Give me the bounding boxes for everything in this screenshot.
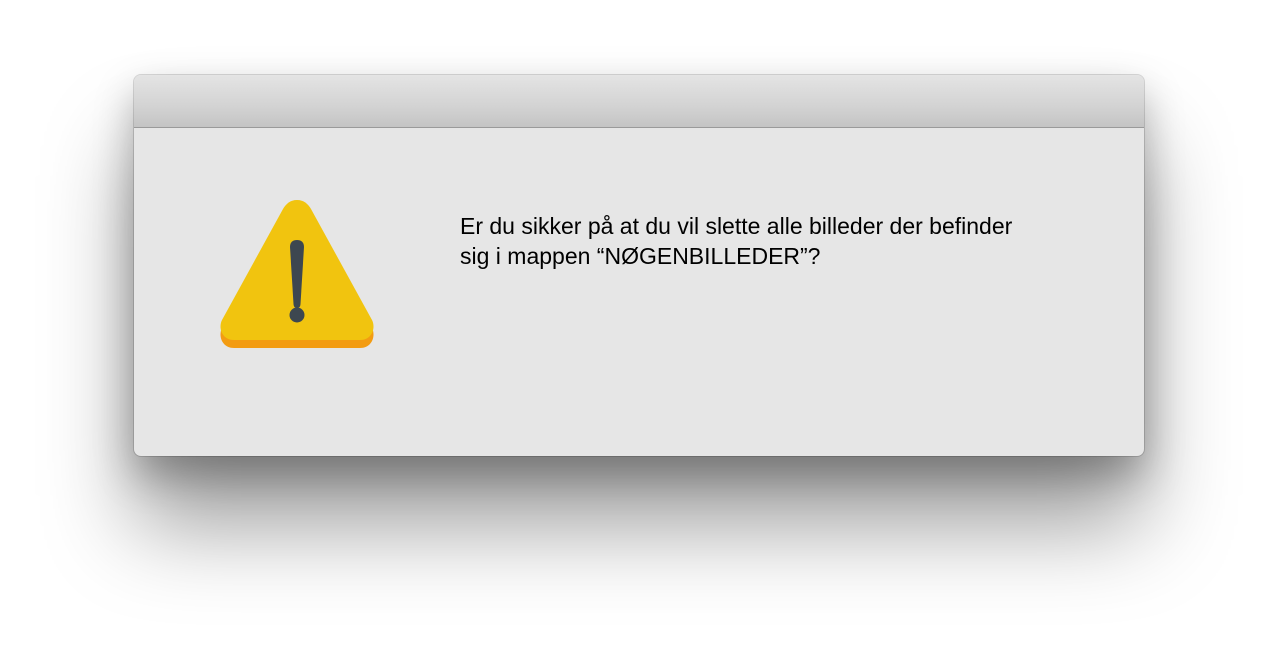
dialog-content: Er du sikker på at du vil slette alle bi…: [134, 128, 1144, 456]
stage: Er du sikker på at du vil slette alle bi…: [0, 0, 1278, 649]
warning-triangle-icon: [220, 200, 374, 348]
dialog-titlebar[interactable]: [134, 75, 1144, 128]
alert-dialog: Er du sikker på at du vil slette alle bi…: [134, 75, 1144, 456]
alert-message: Er du sikker på at du vil slette alle bi…: [460, 213, 1013, 269]
